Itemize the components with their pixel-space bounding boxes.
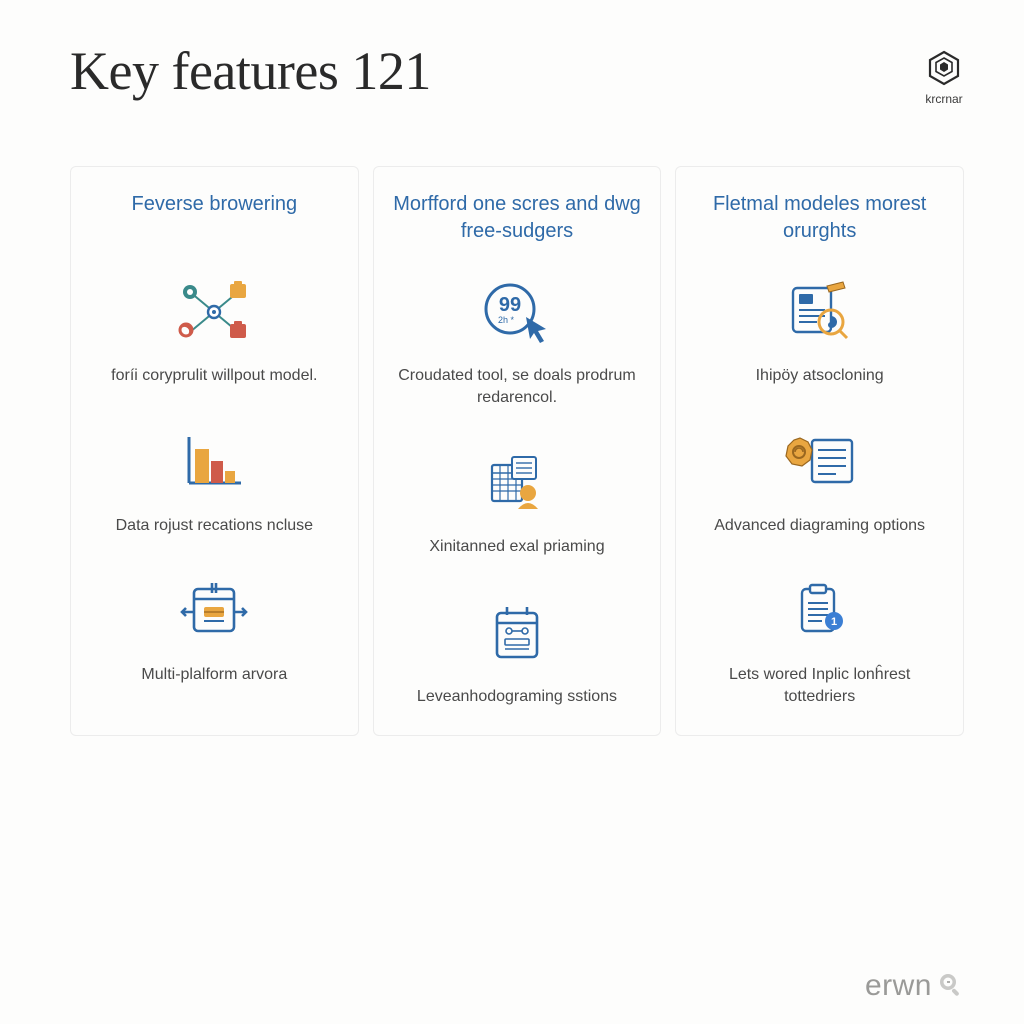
feature-text: Multi-plalform arvora — [87, 664, 342, 686]
column-title: Feverse browering — [87, 191, 342, 245]
features-grid: Feverse browering — [70, 166, 964, 736]
schedule-icon — [390, 594, 645, 672]
magnifier-icon — [936, 966, 964, 1006]
footer-brand-text: erwn — [865, 969, 932, 1003]
gear-document-icon — [692, 423, 947, 501]
feature-item: Advanced diagraming options — [692, 423, 947, 537]
feature-column-3: Fletmal modeles morest orurghts Ihipöy a… — [675, 166, 964, 736]
feature-text: Data rojust recations ncluse — [87, 515, 342, 537]
feature-text: foríi coryprulit willpout model. — [87, 365, 342, 387]
brand-top-label: krcrnar — [924, 92, 964, 106]
feature-item: foríi coryprulit willpout model. — [87, 273, 342, 387]
column-title: Morfford one scres and dwg free-sudgers — [390, 191, 645, 245]
feature-text: Leveanhodograming sstions — [390, 686, 645, 708]
feature-text: Ihipöy atsocloning — [692, 365, 947, 387]
page-header: Key features 121 krcrnar — [70, 40, 964, 106]
feature-column-1: Feverse browering — [70, 166, 359, 736]
cursor-badge-icon: 99 2h * — [390, 273, 645, 351]
column-title: Fletmal modeles morest orurghts — [692, 191, 947, 245]
svg-text:2h *: 2h * — [498, 315, 515, 325]
footer-brand: erwn — [865, 966, 964, 1006]
feature-item: 99 2h * Croudated tool, se doals prodrum… — [390, 273, 645, 408]
feature-item: Xinitanned exal priaming — [390, 444, 645, 558]
brand-top: krcrnar — [924, 48, 964, 106]
bar-chart-icon — [87, 423, 342, 501]
feature-item: Multi-plalform arvora — [87, 572, 342, 686]
feature-item: 1 Lets wored Inplic lonĥrest tottedriers — [692, 572, 947, 707]
feature-text: Xinitanned exal priaming — [390, 536, 645, 558]
page-title: Key features 121 — [70, 40, 431, 102]
feature-column-2: Morfford one scres and dwg free-sudgers … — [373, 166, 662, 736]
feature-item: Ihipöy atsocloning — [692, 273, 947, 387]
database-person-icon — [390, 444, 645, 522]
document-edit-icon — [692, 273, 947, 351]
feature-item: Leveanhodograming sstions — [390, 594, 645, 708]
hexagon-logo-icon — [924, 48, 964, 88]
feature-text: Croudated tool, se doals prodrum redaren… — [390, 365, 645, 408]
feature-text: Lets wored Inplic lonĥrest tottedriers — [692, 664, 947, 707]
clipboard-badge-icon: 1 — [692, 572, 947, 650]
calendar-arrows-icon — [87, 572, 342, 650]
connect-nodes-icon — [87, 273, 342, 351]
feature-item: Data rojust recations ncluse — [87, 423, 342, 537]
svg-text:1: 1 — [831, 616, 837, 628]
svg-text:99: 99 — [499, 294, 521, 316]
feature-text: Advanced diagraming options — [692, 515, 947, 537]
